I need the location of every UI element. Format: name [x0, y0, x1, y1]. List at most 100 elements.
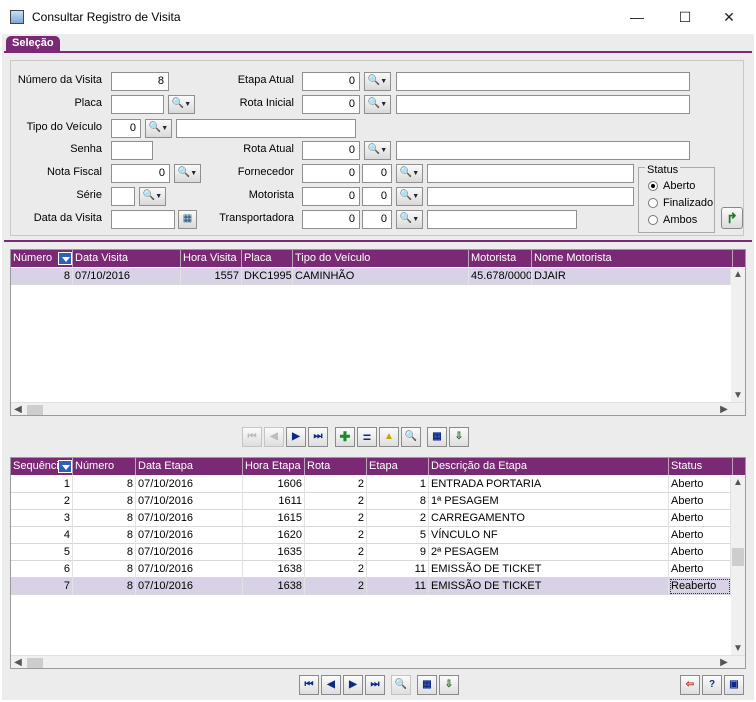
transportadora-desc-input[interactable] — [427, 210, 577, 229]
col-etapa[interactable]: Etapa — [367, 458, 429, 475]
help-button[interactable]: ? — [702, 675, 722, 695]
fornecedor-desc-input[interactable] — [427, 164, 634, 183]
col-motorista[interactable]: Motorista — [469, 250, 532, 267]
equals-button[interactable]: = — [357, 427, 377, 447]
close-button[interactable]: ✕ — [712, 6, 746, 28]
scroll-right-icon[interactable]: ▶ — [717, 656, 731, 668]
transportadora-lookup-button[interactable]: 🔍▼ — [396, 210, 423, 229]
col-descricao-etapa[interactable]: Descrição da Etapa — [429, 458, 669, 475]
table-row[interactable]: 1 8 07/10/2016 1606 2 1 ENTRADA PORTARIA Aberto — [11, 476, 731, 493]
tipo-veiculo-code-input[interactable]: 0 — [111, 119, 141, 138]
first-record-button[interactable]: ⏮ — [242, 427, 262, 447]
table-row[interactable]: 2 8 07/10/2016 1611 2 8 1ª PESAGEM Aberto — [11, 493, 731, 510]
transportadora-code1-input[interactable]: 0 — [302, 210, 360, 229]
etapa-atual-lookup-button[interactable]: 🔍▼ — [364, 72, 391, 91]
etapa-atual-code-input[interactable]: 0 — [302, 72, 360, 91]
col-rota[interactable]: Rota — [305, 458, 367, 475]
grid-config-button[interactable]: ▦ — [427, 427, 447, 447]
tab-selecao[interactable]: Seleção — [6, 36, 60, 52]
motorista-lookup-button[interactable]: 🔍▼ — [396, 187, 423, 206]
status-ambos-radio[interactable] — [648, 215, 658, 225]
col-data-visita[interactable]: Data Visita — [73, 250, 181, 267]
placa-input[interactable] — [111, 95, 164, 114]
scroll-up-icon[interactable]: ▲ — [731, 268, 745, 282]
table-row[interactable]: 5 8 07/10/2016 1635 2 9 2ª PESAGEM Aberto — [11, 544, 731, 561]
scroll-left-icon[interactable]: ◀ — [11, 656, 25, 668]
steps-next-button[interactable]: ▶ — [343, 675, 363, 695]
rota-inicial-desc-input[interactable] — [396, 95, 690, 114]
rota-inicial-lookup-button[interactable]: 🔍▼ — [364, 95, 391, 114]
steps-grid-config-button[interactable]: ▦ — [417, 675, 437, 695]
steps-first-button[interactable]: ⏮ — [299, 675, 319, 695]
scroll-thumb[interactable] — [27, 405, 43, 415]
sort-dropdown-icon[interactable] — [58, 460, 72, 473]
rota-atual-code-input[interactable]: 0 — [302, 141, 360, 160]
col-placa[interactable]: Placa — [242, 250, 293, 267]
scroll-left-icon[interactable]: ◀ — [11, 403, 25, 415]
export-button[interactable]: ⇩ — [449, 427, 469, 447]
senha-input[interactable] — [111, 141, 153, 160]
col-data-etapa[interactable]: Data Etapa — [136, 458, 243, 475]
etapa-atual-desc-input[interactable] — [396, 72, 690, 91]
table-row[interactable]: 6 8 07/10/2016 1638 2 11 EMISSÃO DE TICKET Aber… — [11, 561, 731, 578]
steps-search-button[interactable]: 🔍 — [391, 675, 411, 695]
visits-horizontal-scrollbar[interactable]: ◀ ▶ — [11, 402, 745, 415]
next-record-button[interactable]: ▶ — [286, 427, 306, 447]
col-numero[interactable]: Número — [73, 458, 136, 475]
status-finalizado-radio[interactable] — [648, 198, 658, 208]
prev-record-button[interactable]: ◀ — [264, 427, 284, 447]
serie-lookup-button[interactable]: 🔍▼ — [139, 187, 166, 206]
numero-visita-input[interactable]: 8 — [111, 72, 169, 91]
add-button[interactable]: ✚ — [335, 427, 355, 447]
calendar-button[interactable]: ▦ — [178, 210, 197, 229]
motorista-code2-input[interactable]: 0 — [362, 187, 392, 206]
search-button[interactable]: 🔍 — [401, 427, 421, 447]
rota-atual-desc-input[interactable] — [396, 141, 690, 160]
col-hora-etapa[interactable]: Hora Etapa — [243, 458, 305, 475]
status-aberto-radio[interactable] — [648, 181, 658, 191]
print-button[interactable]: ▣ — [724, 675, 744, 695]
table-row[interactable]: 7 8 07/10/2016 1638 2 11 EMISSÃO DE TICKET Reab… — [11, 578, 731, 595]
execute-search-button[interactable]: ↱ — [721, 207, 743, 229]
scroll-down-icon[interactable]: ▼ — [731, 642, 745, 656]
visits-vertical-scrollbar[interactable]: ▲ ▼ — [731, 268, 745, 403]
tipo-veiculo-desc-input[interactable] — [176, 119, 356, 138]
scroll-down-icon[interactable]: ▼ — [731, 389, 745, 403]
scroll-up-icon[interactable]: ▲ — [731, 476, 745, 490]
fornecedor-code1-input[interactable]: 0 — [302, 164, 360, 183]
scroll-right-icon[interactable]: ▶ — [717, 403, 731, 415]
col-hora-visita[interactable]: Hora Visita — [181, 250, 242, 267]
steps-export-button[interactable]: ⇩ — [439, 675, 459, 695]
rota-atual-lookup-button[interactable]: 🔍▼ — [364, 141, 391, 160]
steps-prev-button[interactable]: ◀ — [321, 675, 341, 695]
placa-lookup-button[interactable]: 🔍▼ — [168, 95, 195, 114]
table-row[interactable]: 4 8 07/10/2016 1620 2 5 VÍNCULO NF Aberto — [11, 527, 731, 544]
tipo-veiculo-lookup-button[interactable]: 🔍▼ — [145, 119, 172, 138]
maximize-button[interactable]: ☐ — [668, 6, 702, 28]
fornecedor-lookup-button[interactable]: 🔍▼ — [396, 164, 423, 183]
motorista-desc-input[interactable] — [427, 187, 634, 206]
edit-button[interactable]: ▲ — [379, 427, 399, 447]
serie-input[interactable] — [111, 187, 135, 206]
table-row[interactable]: 3 8 07/10/2016 1615 2 2 CARREGAMENTO Aberto — [11, 510, 731, 527]
transportadora-code2-input[interactable]: 0 — [362, 210, 392, 229]
table-row[interactable]: 8 07/10/2016 1557 DKC1995 CAMINHÃO 45.67… — [11, 268, 731, 285]
sort-dropdown-icon[interactable] — [58, 252, 72, 265]
exit-button[interactable]: ⇦ — [680, 675, 700, 695]
scroll-thumb[interactable] — [732, 548, 744, 566]
data-visita-input[interactable] — [111, 210, 175, 229]
motorista-code1-input[interactable]: 0 — [302, 187, 360, 206]
visits-grid[interactable]: Número Data Visita Hora Visita Placa Tip… — [10, 249, 746, 416]
steps-vertical-scrollbar[interactable]: ▲ ▼ — [731, 476, 745, 656]
steps-horizontal-scrollbar[interactable]: ◀ ▶ — [11, 655, 745, 668]
last-record-button[interactable]: ⏭ — [308, 427, 328, 447]
col-nome-motorista[interactable]: Nome Motorista — [532, 250, 733, 267]
scroll-thumb[interactable] — [27, 658, 43, 668]
rota-inicial-code-input[interactable]: 0 — [302, 95, 360, 114]
nota-fiscal-lookup-button[interactable]: 🔍▼ — [174, 164, 201, 183]
steps-grid[interactable]: Sequência Número Data Etapa Hora Etapa R… — [10, 457, 746, 669]
col-status[interactable]: Status — [669, 458, 733, 475]
col-tipo-veiculo[interactable]: Tipo do Veículo — [293, 250, 469, 267]
fornecedor-code2-input[interactable]: 0 — [362, 164, 392, 183]
steps-last-button[interactable]: ⏭ — [365, 675, 385, 695]
